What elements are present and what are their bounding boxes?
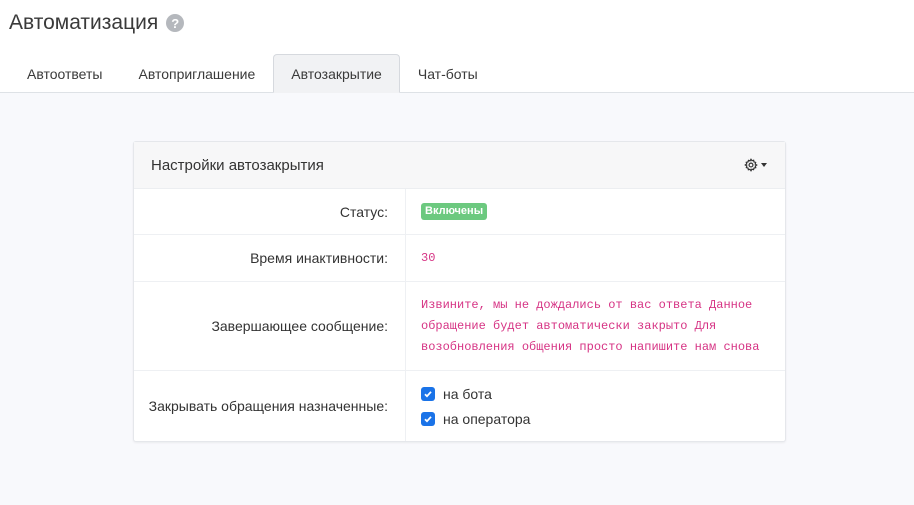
- settings-dropdown-button[interactable]: [744, 158, 767, 172]
- option-operator[interactable]: на оператора: [421, 411, 530, 427]
- tab-chatbots[interactable]: Чат-боты: [400, 54, 496, 93]
- close-assigned-options: на бота на оператора: [421, 386, 530, 427]
- checkmark-icon: [424, 415, 432, 423]
- status-badge: Включены: [421, 203, 488, 220]
- inactivity-label: Время инактивности:: [134, 235, 406, 281]
- tab-bar: Автоответы Автоприглашение Автозакрытие …: [9, 54, 496, 93]
- card-title: Настройки автозакрытия: [151, 156, 324, 174]
- status-label: Статус:: [134, 189, 406, 234]
- checkbox-bot[interactable]: [421, 386, 435, 401]
- tab-autoreplies[interactable]: Автоответы: [9, 54, 120, 93]
- closing-message-value: Извините, мы не дождались от вас ответа …: [421, 297, 760, 354]
- message-label: Завершающее сообщение:: [134, 282, 406, 370]
- page-title: Автоматизация: [9, 11, 159, 34]
- title-row: Автоматизация ?: [9, 11, 185, 35]
- message-value-cell: Извините, мы не дождались от вас ответа …: [406, 282, 785, 370]
- checkmark-icon: [424, 390, 432, 398]
- help-icon[interactable]: ?: [166, 14, 185, 32]
- status-value-cell: Включены: [406, 189, 785, 234]
- option-bot[interactable]: на бота: [421, 386, 530, 402]
- close-assigned-row: Закрывать обращения назначенные: на бота…: [134, 371, 785, 441]
- inactivity-value-cell: 30: [406, 235, 785, 281]
- tab-autoinvite[interactable]: Автоприглашение: [120, 54, 273, 93]
- status-row: Статус: Включены: [134, 189, 785, 235]
- gear-icon: [744, 158, 758, 172]
- page-header: Автоматизация ? Автоответы Автоприглашен…: [0, 0, 914, 93]
- card-header: Настройки автозакрытия: [134, 142, 785, 189]
- option-operator-label: на оператора: [443, 410, 531, 427]
- autoclose-settings-card: Настройки автозакрытия Статус: Включены …: [133, 141, 786, 442]
- inactivity-row: Время инактивности: 30: [134, 235, 785, 282]
- close-assigned-label: Закрывать обращения назначенные:: [134, 371, 406, 441]
- checkbox-operator[interactable]: [421, 411, 435, 426]
- chevron-down-icon: [761, 163, 767, 167]
- close-assigned-value-cell: на бота на оператора: [406, 371, 785, 441]
- tab-autoclose[interactable]: Автозакрытие: [273, 54, 400, 93]
- option-bot-label: на бота: [443, 385, 492, 402]
- inactivity-value: 30: [421, 250, 436, 265]
- message-row: Завершающее сообщение: Извините, мы не д…: [134, 282, 785, 371]
